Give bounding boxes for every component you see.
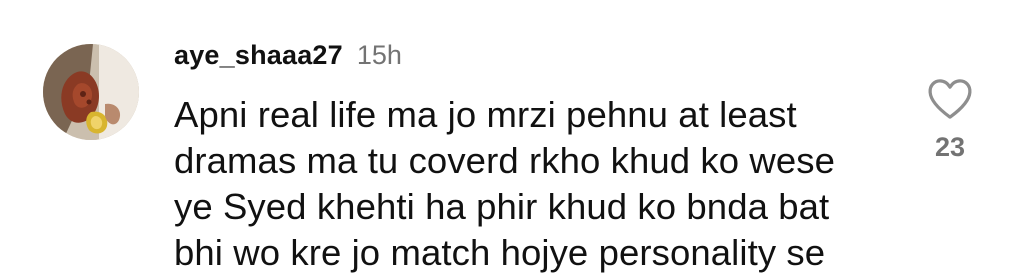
avatar[interactable] [43,44,139,140]
heart-outline-icon[interactable] [927,78,973,120]
comment-item: aye_shaaa27 15h Apni real life ma jo mrz… [0,0,1024,273]
comment-text: Apni real life ma jo mrzi pehnu at least… [174,92,894,276]
comment-text-line: bhi wo kre jo match hojye personality se [174,232,826,273]
avatar-image [43,44,139,140]
like-control: 23 [920,78,980,163]
comment-text-line: Apni real life ma jo mrzi pehnu at least [174,94,797,135]
comment-text-line: dramas ma tu coverd rkho khud ko wese [174,140,836,181]
comment-timestamp: 15h [356,40,402,70]
like-count: 23 [934,132,966,162]
username-link[interactable]: aye_shaaa27 [174,40,343,71]
comment-header: aye_shaaa27 15h [174,40,402,76]
comment-text-line: ye Syed khehti ha phir khud ko bnda bat [174,186,830,227]
